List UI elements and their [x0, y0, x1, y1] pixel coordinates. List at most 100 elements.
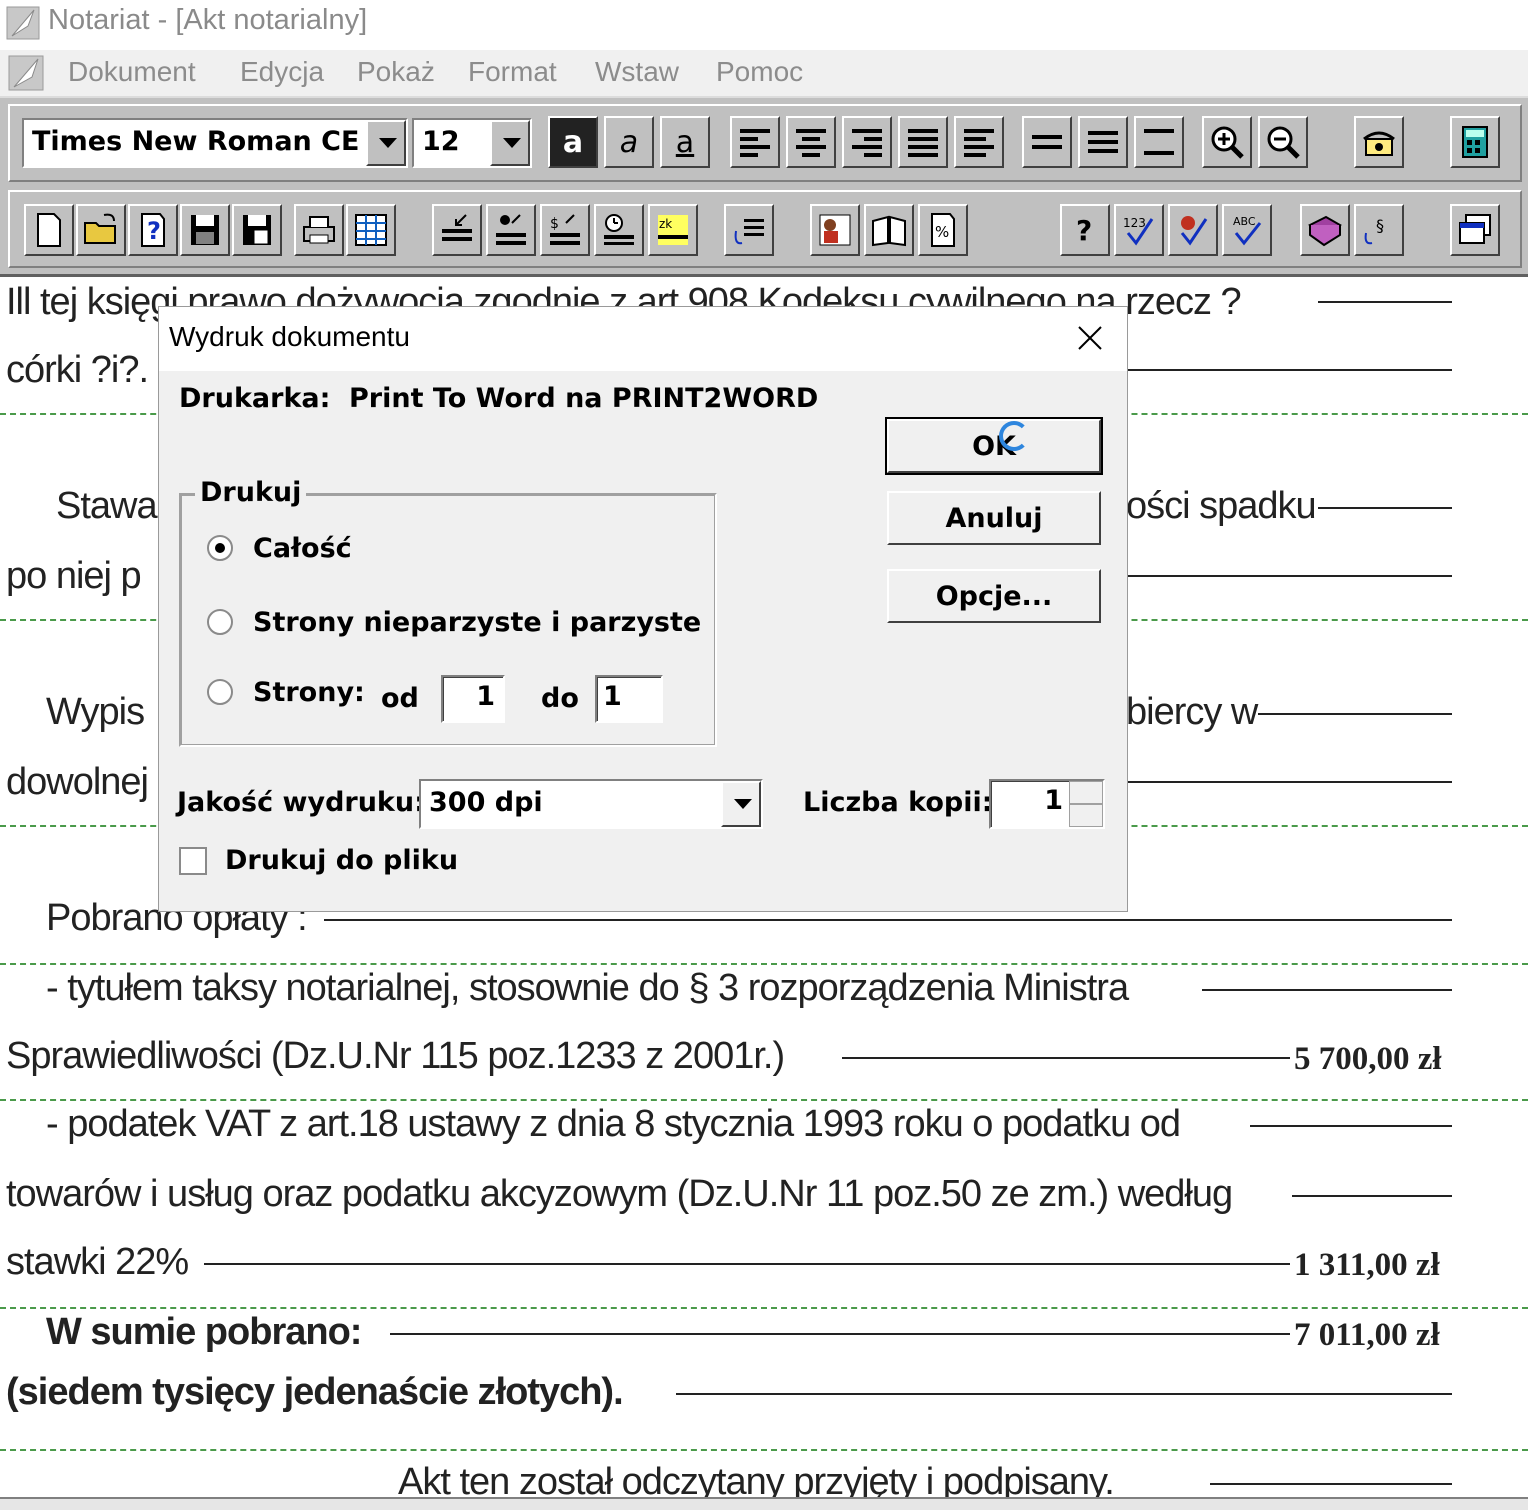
printer-icon [303, 216, 335, 244]
save-button[interactable] [180, 204, 230, 256]
double-spacing-button[interactable] [1134, 116, 1184, 168]
format-toolbar: Times New Roman CE 12 a a a [8, 104, 1522, 182]
to-page-input[interactable]: 1 [595, 675, 663, 723]
new-document-icon [37, 213, 61, 247]
spin-up-icon[interactable] [1069, 781, 1103, 804]
align-left-button[interactable] [730, 116, 780, 168]
chevron-down-icon[interactable] [721, 781, 761, 827]
insert-1-button[interactable] [432, 204, 482, 256]
zoom-out-button[interactable] [1258, 116, 1308, 168]
justify-icon [908, 129, 938, 157]
paragraph-separator [0, 1099, 1528, 1101]
spellcheck-button[interactable]: ABC [1222, 204, 1272, 256]
align-center-button[interactable] [786, 116, 836, 168]
menu-pokaz[interactable]: Pokaż [357, 56, 435, 88]
dialog-title: Wydruk dokumentu [169, 321, 410, 352]
app-feather-icon [6, 6, 40, 40]
horizontal-scrollbar[interactable] [0, 1497, 1528, 1510]
underline-button[interactable]: a [660, 116, 710, 168]
menu-wstaw[interactable]: Wstaw [595, 56, 679, 88]
insert-5-button[interactable]: zk [648, 204, 698, 256]
toolbar-area: Times New Roman CE 12 a a a ? $ zk % ? 1… [0, 96, 1528, 274]
fee-amount: 5 700,00 zł [1294, 1041, 1442, 1077]
copies-value: 1 [1044, 785, 1063, 816]
insert-4-button[interactable] [594, 204, 644, 256]
from-page-input[interactable]: 1 [441, 675, 505, 723]
quality-select[interactable]: 300 dpi [419, 779, 763, 829]
chevron-down-icon[interactable] [366, 120, 406, 166]
fill-line [676, 1393, 1452, 1395]
align-right-button[interactable] [842, 116, 892, 168]
vat-amount: 1 311,00 zł [1294, 1247, 1440, 1283]
fill-line [390, 1333, 1290, 1335]
window-title: Notariat - [Akt notarialny] [48, 4, 368, 36]
align-left-icon [740, 129, 770, 157]
menu-edycja[interactable]: Edycja [240, 56, 324, 88]
copies-input[interactable]: 1 [989, 779, 1105, 829]
menu-dokument[interactable]: Dokument [68, 56, 196, 88]
zoom-in-button[interactable] [1202, 116, 1252, 168]
italic-button[interactable]: a [604, 116, 654, 168]
numbering-button[interactable]: 123 [1114, 204, 1164, 256]
insert-person-icon [496, 214, 526, 245]
radio-odd-even[interactable] [207, 609, 233, 635]
one-half-spacing-button[interactable] [1078, 116, 1128, 168]
radio-pages[interactable] [207, 679, 233, 705]
help-button[interactable]: ? [1060, 204, 1110, 256]
codes-button[interactable] [1300, 204, 1350, 256]
radio-pages-label[interactable]: Strony: [253, 677, 365, 708]
cancel-button[interactable]: Anuluj [887, 491, 1101, 545]
percent-button[interactable]: % [918, 204, 968, 256]
chevron-down-icon[interactable] [490, 120, 530, 166]
names-check-button[interactable] [1168, 204, 1218, 256]
document-line: biercy w [1126, 691, 1258, 733]
line-spacing-icon [1032, 135, 1062, 149]
radio-all-label[interactable]: Całość [253, 533, 352, 564]
from-page-value: 1 [476, 681, 495, 712]
bold-button[interactable]: a [548, 116, 598, 168]
radio-all[interactable] [207, 535, 233, 561]
windows-button[interactable] [1450, 204, 1500, 256]
print-to-file-checkbox[interactable] [179, 847, 207, 875]
to-label: do [541, 683, 579, 714]
menu-format[interactable]: Format [468, 56, 557, 88]
help-document-button[interactable]: ? [128, 204, 178, 256]
justify-button[interactable] [898, 116, 948, 168]
paragraph-button[interactable] [724, 204, 774, 256]
document-line: W sumie pobrano: [46, 1311, 362, 1353]
spin-down-icon[interactable] [1069, 804, 1103, 827]
single-spacing-button[interactable] [1022, 116, 1072, 168]
radio-odd-even-label[interactable]: Strony nieparzyste i parzyste [253, 607, 701, 638]
options-button[interactable]: Opcje... [887, 569, 1101, 623]
font-name-select[interactable]: Times New Roman CE [22, 118, 408, 168]
insert-3-button[interactable]: $ [540, 204, 590, 256]
parties-button[interactable] [810, 204, 860, 256]
preview-button[interactable] [346, 204, 396, 256]
svg-text:$: $ [550, 216, 559, 232]
calculator-button[interactable] [1450, 116, 1500, 168]
open-folder-icon [84, 213, 116, 244]
document-feather-icon[interactable] [8, 55, 44, 91]
ok-button[interactable]: OK [885, 417, 1103, 475]
open-book-icon [872, 215, 906, 247]
close-icon[interactable] [1073, 321, 1107, 355]
new-document-button[interactable] [24, 204, 74, 256]
svg-text:ABC: ABC [1233, 215, 1256, 228]
register-button[interactable] [864, 204, 914, 256]
legal-paragraph-button[interactable]: § [1354, 204, 1404, 256]
menu-pomoc[interactable]: Pomoc [716, 56, 803, 88]
fill-line [324, 919, 1452, 921]
print-to-file-label[interactable]: Drukuj do pliku [225, 845, 458, 876]
open-button[interactable] [76, 204, 126, 256]
to-page-value: 1 [603, 681, 622, 712]
document-line: córki ?i?. [6, 349, 149, 391]
save-as-button[interactable] [232, 204, 282, 256]
document-line: po niej p [6, 555, 142, 597]
busy-cursor-icon [999, 421, 1029, 451]
indent-button[interactable] [954, 116, 1004, 168]
font-size-select[interactable]: 12 [412, 118, 532, 168]
phone-button[interactable] [1354, 116, 1404, 168]
print-button[interactable] [294, 204, 344, 256]
fill-line [1250, 1125, 1452, 1127]
insert-2-button[interactable] [486, 204, 536, 256]
